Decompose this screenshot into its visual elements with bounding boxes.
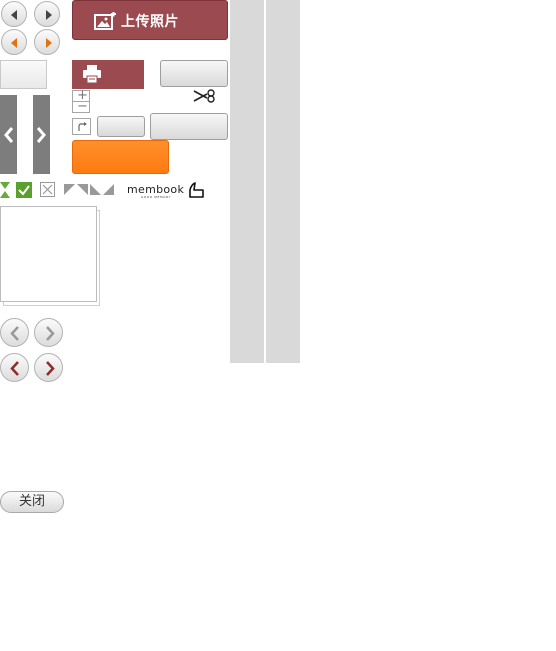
- chevron-left-grey-icon: [10, 326, 19, 341]
- zoom-out-button[interactable]: −: [72, 99, 90, 114]
- minus-icon: −: [77, 99, 88, 114]
- triangle-left-icon: [11, 10, 17, 20]
- close-button[interactable]: 关闭: [0, 491, 64, 513]
- prev-round-button[interactable]: [1, 1, 27, 27]
- chevron-left-red-icon: [10, 361, 19, 376]
- chevron-left-icon: [4, 127, 14, 143]
- cross-box-icon[interactable]: [40, 182, 55, 197]
- corner-triangles-icon: [64, 184, 114, 195]
- print-button[interactable]: [72, 60, 144, 89]
- grey-action-button[interactable]: [160, 60, 228, 87]
- triangle-right-icon: [46, 10, 52, 20]
- chevron-right-red-icon: [46, 361, 55, 376]
- next-round-button[interactable]: [34, 1, 60, 27]
- chevron-right-icon: [36, 127, 46, 143]
- wide-grey-button[interactable]: [150, 113, 228, 140]
- hourglass-icon: [0, 182, 10, 198]
- image-add-icon: [94, 12, 116, 30]
- logo-mark-icon: [189, 182, 204, 198]
- next-orange-round-button[interactable]: [34, 29, 60, 55]
- side-prev-button[interactable]: [0, 95, 17, 174]
- printer-icon: [83, 65, 101, 84]
- prev-orange-round-button[interactable]: [1, 29, 27, 55]
- small-grey-button[interactable]: [97, 116, 145, 137]
- orange-action-button[interactable]: [72, 140, 169, 174]
- side-next-button[interactable]: [33, 95, 50, 174]
- upload-photo-button[interactable]: 上传照片: [72, 0, 228, 40]
- upload-photo-label: 上传照片: [121, 14, 179, 30]
- prev-chevron-round-button[interactable]: [0, 318, 29, 347]
- rotate-button[interactable]: [72, 118, 91, 135]
- paper-stack-front: [0, 206, 97, 302]
- checkmark-icon[interactable]: [16, 182, 32, 198]
- prev-chevron-red-button[interactable]: [0, 353, 29, 382]
- grey-column-right: [266, 0, 300, 363]
- membook-logo: membook GOOD MEMORY: [127, 182, 207, 201]
- next-chevron-round-button[interactable]: [34, 318, 63, 347]
- scissors-icon[interactable]: [193, 89, 217, 103]
- next-chevron-red-button[interactable]: [34, 353, 63, 382]
- triangle-right-orange-icon: [46, 38, 52, 48]
- rotate-icon: [78, 122, 87, 131]
- grey-column-left: [230, 0, 264, 363]
- triangle-left-orange-icon: [11, 38, 17, 48]
- logo-subtext: GOOD MEMORY: [141, 195, 172, 199]
- chevron-right-grey-icon: [46, 326, 55, 341]
- blank-box-button[interactable]: [0, 60, 47, 89]
